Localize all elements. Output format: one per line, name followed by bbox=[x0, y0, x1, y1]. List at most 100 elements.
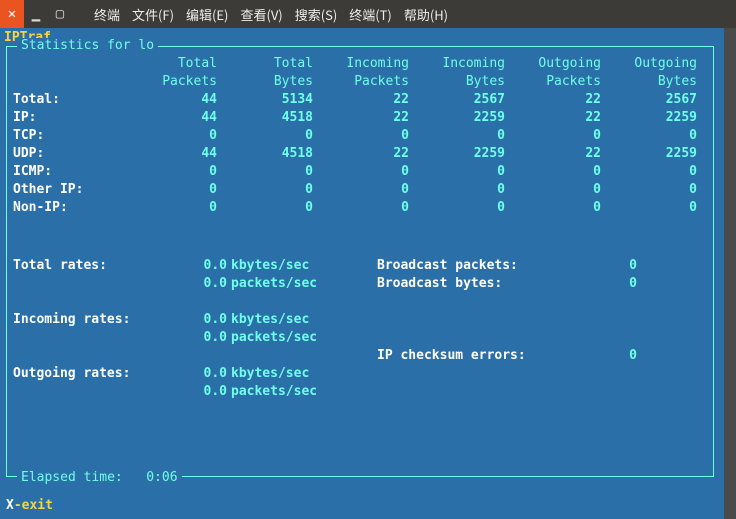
cell: 0 bbox=[313, 199, 409, 217]
hdr-total-packets-a: Total bbox=[121, 55, 217, 73]
cell: 44 bbox=[121, 109, 217, 127]
row-label-nonip: Non-IP: bbox=[11, 199, 121, 217]
close-icon[interactable]: ✕ bbox=[0, 0, 24, 28]
hdr-out-packets-a: Outgoing bbox=[505, 55, 601, 73]
hdr-in-packets-b: Packets bbox=[313, 73, 409, 91]
cell: 0 bbox=[121, 199, 217, 217]
header-row-2: Packets Bytes Packets Bytes Packets Byte… bbox=[11, 73, 709, 91]
elapsed-value: 0:06 bbox=[146, 470, 177, 485]
cell: 22 bbox=[313, 109, 409, 127]
exit-text: -exit bbox=[14, 498, 53, 513]
hdr-total-packets-b: Packets bbox=[121, 73, 217, 91]
cell: 4518 bbox=[217, 109, 313, 127]
cell: 0 bbox=[313, 181, 409, 199]
cell: 2567 bbox=[601, 91, 697, 109]
out-rate-kb: 0.0 bbox=[171, 365, 227, 383]
menu-help[interactable]: 帮助(H) bbox=[400, 5, 452, 24]
in-rate-kb-unit: kbytes/sec bbox=[227, 311, 347, 329]
cell: 0 bbox=[409, 163, 505, 181]
cell: 0 bbox=[505, 163, 601, 181]
hdr-in-bytes-a: Incoming bbox=[409, 55, 505, 73]
cell: 0 bbox=[601, 181, 697, 199]
menu-file[interactable]: 文件(F) bbox=[128, 5, 178, 24]
titlebar: ✕ ▁ ▢ 终端 文件(F) 编辑(E) 查看(V) 搜索(S) 终端(T) 帮… bbox=[0, 0, 736, 28]
cell: 0 bbox=[409, 181, 505, 199]
cell: 22 bbox=[505, 109, 601, 127]
total-rate-pk-unit: packets/sec bbox=[227, 275, 347, 293]
hdr-total-bytes-a: Total bbox=[217, 55, 313, 73]
hdr-out-bytes-a: Outgoing bbox=[601, 55, 697, 73]
cell: 2567 bbox=[409, 91, 505, 109]
window-controls: ✕ ▁ ▢ bbox=[0, 0, 72, 28]
total-rates-label: Total rates: bbox=[11, 257, 171, 275]
cell: 44 bbox=[121, 91, 217, 109]
exit-hint: X-exit bbox=[6, 498, 53, 513]
table-row: Other IP: 0 0 0 0 0 0 bbox=[11, 181, 709, 199]
cell: 22 bbox=[505, 91, 601, 109]
cell: 2259 bbox=[601, 109, 697, 127]
cell: 2259 bbox=[409, 145, 505, 163]
total-rate-kb: 0.0 bbox=[171, 257, 227, 275]
row-label-total: Total: bbox=[11, 91, 121, 109]
bcast-packets-val: 0 bbox=[547, 257, 637, 275]
minimize-icon[interactable]: ▁ bbox=[24, 0, 48, 28]
cell: 0 bbox=[601, 127, 697, 145]
hdr-out-packets-b: Packets bbox=[505, 73, 601, 91]
row-label-other: Other IP: bbox=[11, 181, 121, 199]
menu-edit[interactable]: 编辑(E) bbox=[182, 5, 232, 24]
menu-terminal[interactable]: 终端 bbox=[90, 5, 124, 24]
cell: 22 bbox=[313, 145, 409, 163]
cell: 0 bbox=[601, 163, 697, 181]
total-rate-kb-unit: kbytes/sec bbox=[227, 257, 347, 275]
stats-table: Total Total Incoming Incoming Outgoing O… bbox=[11, 55, 709, 217]
table-row: IP: 44 4518 22 2259 22 2259 bbox=[11, 109, 709, 127]
table-row: ICMP: 0 0 0 0 0 0 bbox=[11, 163, 709, 181]
cell: 0 bbox=[505, 199, 601, 217]
cell: 22 bbox=[313, 91, 409, 109]
cell: 0 bbox=[505, 181, 601, 199]
bcast-bytes-label: Broadcast bytes: bbox=[347, 275, 547, 293]
cell: 44 bbox=[121, 145, 217, 163]
table-row: UDP: 44 4518 22 2259 22 2259 bbox=[11, 145, 709, 163]
ipcksum-val: 0 bbox=[547, 347, 637, 365]
row-label-udp: UDP: bbox=[11, 145, 121, 163]
in-rate-pk: 0.0 bbox=[171, 329, 227, 347]
menubar: 终端 文件(F) 编辑(E) 查看(V) 搜索(S) 终端(T) 帮助(H) bbox=[90, 5, 452, 24]
row-label-ip: IP: bbox=[11, 109, 121, 127]
hdr-total-bytes-b: Bytes bbox=[217, 73, 313, 91]
in-rate-pk-unit: packets/sec bbox=[227, 329, 347, 347]
in-rate-kb: 0.0 bbox=[171, 311, 227, 329]
cell: 0 bbox=[409, 127, 505, 145]
cell: 0 bbox=[313, 163, 409, 181]
bcast-bytes-val: 0 bbox=[547, 275, 637, 293]
menu-view[interactable]: 查看(V) bbox=[236, 5, 286, 24]
cell: 0 bbox=[217, 199, 313, 217]
hdr-in-packets-a: Incoming bbox=[313, 55, 409, 73]
rates-section: Total rates: 0.0 kbytes/sec Broadcast pa… bbox=[11, 257, 709, 401]
table-row: Total: 44 5134 22 2567 22 2567 bbox=[11, 91, 709, 109]
elapsed-label: Elapsed time: bbox=[21, 470, 123, 485]
out-rate-kb-unit: kbytes/sec bbox=[227, 365, 347, 383]
maximize-icon[interactable]: ▢ bbox=[48, 0, 72, 28]
cell: 4518 bbox=[217, 145, 313, 163]
cell: 0 bbox=[409, 199, 505, 217]
terminal-area[interactable]: IPTraf Statistics for lo Total Total Inc… bbox=[0, 28, 724, 519]
row-label-icmp: ICMP: bbox=[11, 163, 121, 181]
elapsed-time: Elapsed time: 0:06 bbox=[17, 470, 182, 485]
row-label-tcp: TCP: bbox=[11, 127, 121, 145]
cell: 0 bbox=[121, 127, 217, 145]
cell: 5134 bbox=[217, 91, 313, 109]
cell: 0 bbox=[217, 163, 313, 181]
table-row: TCP: 0 0 0 0 0 0 bbox=[11, 127, 709, 145]
frame-label: Statistics for lo bbox=[17, 38, 158, 53]
out-rate-pk-unit: packets/sec bbox=[227, 383, 347, 401]
total-rate-pk: 0.0 bbox=[171, 275, 227, 293]
table-row: Non-IP: 0 0 0 0 0 0 bbox=[11, 199, 709, 217]
exit-key[interactable]: X bbox=[6, 498, 14, 513]
menu-search[interactable]: 搜索(S) bbox=[291, 5, 342, 24]
bcast-packets-label: Broadcast packets: bbox=[347, 257, 547, 275]
cell: 22 bbox=[505, 145, 601, 163]
stats-frame: Statistics for lo Total Total Incoming I… bbox=[6, 46, 714, 477]
incoming-rates-label: Incoming rates: bbox=[11, 311, 171, 329]
menu-terminal2[interactable]: 终端(T) bbox=[345, 5, 396, 24]
